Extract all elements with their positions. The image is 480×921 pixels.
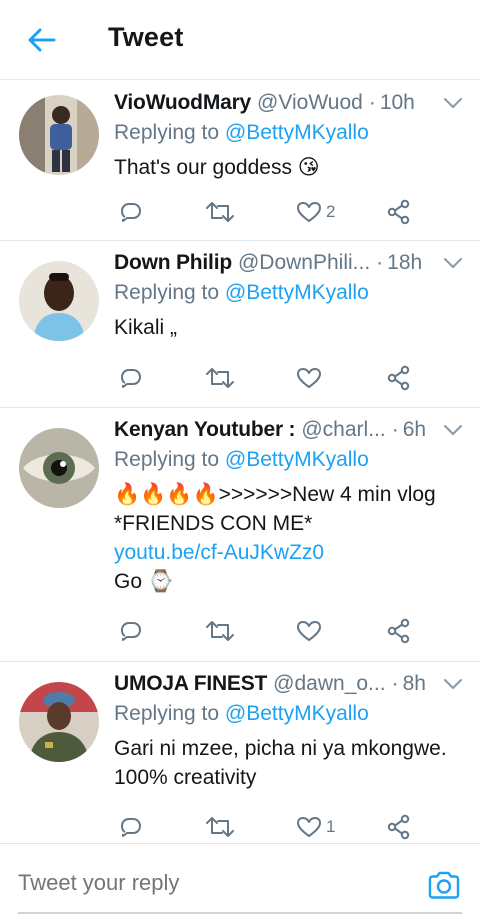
share-icon xyxy=(387,199,410,225)
arrow-left-icon xyxy=(28,28,56,52)
author-name[interactable]: Down Philip xyxy=(114,251,232,275)
timestamp[interactable]: 10h xyxy=(380,91,415,115)
timestamp[interactable]: 6h xyxy=(403,418,426,442)
share-icon xyxy=(387,618,410,644)
chevron-down-icon[interactable] xyxy=(442,674,464,694)
share-button[interactable] xyxy=(386,363,412,393)
separator-dot: · xyxy=(391,672,399,695)
reply-icon xyxy=(121,818,141,837)
top-bar: Tweet xyxy=(0,0,480,80)
reply-button[interactable] xyxy=(118,616,144,646)
reply-composer xyxy=(0,843,480,921)
retweet-icon xyxy=(206,202,234,222)
retweet-icon xyxy=(206,368,234,388)
tweet-text-extra: Go ⌚ xyxy=(114,570,174,593)
share-icon xyxy=(387,365,410,391)
timestamp[interactable]: 18h xyxy=(387,251,422,275)
retweet-button[interactable] xyxy=(204,812,236,842)
tweet-item[interactable]: Kenyan Youtuber : @charl... · 6h Replyin… xyxy=(0,408,480,662)
reply-button[interactable] xyxy=(118,812,144,842)
author-handle[interactable]: @VioWuod xyxy=(257,91,363,115)
reply-button[interactable] xyxy=(118,363,144,393)
mention-link[interactable]: @BettyMKyallo xyxy=(225,448,369,471)
share-button[interactable] xyxy=(386,197,412,227)
tweet-item[interactable]: VioWuodMary @VioWuod · 10h Replying to @… xyxy=(0,81,480,241)
author-name[interactable]: VioWuodMary xyxy=(114,91,251,115)
replying-to-label: Replying to xyxy=(114,121,225,144)
tweet-item[interactable]: UMOJA FINEST @dawn_o... · 8h Replying to… xyxy=(0,662,480,843)
camera-button[interactable] xyxy=(427,870,461,900)
reply-button[interactable] xyxy=(118,197,144,227)
back-button[interactable] xyxy=(26,26,58,54)
replying-to-label: Replying to xyxy=(114,702,225,725)
share-button[interactable] xyxy=(386,616,412,646)
replies-list[interactable]: VioWuodMary @VioWuod · 10h Replying to @… xyxy=(0,81,480,843)
reply-icon xyxy=(121,369,141,388)
heart-icon xyxy=(297,817,321,837)
like-count: 2 xyxy=(326,202,336,221)
replying-to-label: Replying to xyxy=(114,448,225,471)
share-button[interactable] xyxy=(386,812,412,842)
camera-icon xyxy=(428,871,460,899)
timestamp[interactable]: 8h xyxy=(403,672,426,696)
avatar[interactable] xyxy=(19,682,99,762)
author-name[interactable]: Kenyan Youtuber : xyxy=(114,418,296,442)
mention-link[interactable]: @BettyMKyallo xyxy=(225,121,369,144)
tweet-actions: 2 xyxy=(114,197,424,227)
page-title: Tweet xyxy=(108,22,184,52)
author-name[interactable]: UMOJA FINEST xyxy=(114,672,267,696)
separator-dot: · xyxy=(376,251,384,274)
chevron-down-icon[interactable] xyxy=(442,93,464,113)
like-button[interactable] xyxy=(296,363,326,393)
replying-to: Replying to @BettyMKyallo xyxy=(114,121,464,149)
reply-input[interactable] xyxy=(18,870,398,896)
retweet-icon xyxy=(206,817,234,837)
avatar[interactable] xyxy=(19,261,99,341)
mention-link[interactable]: @BettyMKyallo xyxy=(225,702,369,725)
reply-icon xyxy=(121,622,141,641)
replying-to: Replying to @BettyMKyallo xyxy=(114,281,464,309)
tweet-text-body: 🔥🔥🔥🔥>>>>>>New 4 min vlog *FRIENDS CON ME… xyxy=(114,483,436,535)
share-icon xyxy=(387,814,410,840)
retweet-button[interactable] xyxy=(204,616,236,646)
tweet-link[interactable]: youtu.be/cf-AuJKwZz0 xyxy=(114,538,464,567)
chevron-down-icon[interactable] xyxy=(442,253,464,273)
chevron-down-icon[interactable] xyxy=(442,420,464,440)
heart-icon xyxy=(297,202,321,222)
separator-dot: · xyxy=(391,418,399,441)
retweet-button[interactable] xyxy=(204,197,236,227)
avatar[interactable] xyxy=(19,95,99,175)
tweet-text: Kikali „ xyxy=(114,316,178,339)
tweet-actions xyxy=(114,616,424,646)
tweet-actions xyxy=(114,363,424,393)
reply-underline xyxy=(18,912,462,914)
like-button[interactable]: 1 xyxy=(296,812,335,842)
tweet-text: That's our goddess 😘 xyxy=(114,156,320,179)
tweet-text: Gari ni mzee, picha ni ya mkongwe. 100% … xyxy=(114,737,447,789)
mention-link[interactable]: @BettyMKyallo xyxy=(225,281,369,304)
heart-icon xyxy=(297,621,321,641)
tweet-text: 🔥🔥🔥🔥>>>>>>New 4 min vlog *FRIENDS CON ME… xyxy=(114,480,464,596)
tweet-item[interactable]: Down Philip @DownPhili... · 18h Replying… xyxy=(0,241,480,408)
like-button[interactable]: 2 xyxy=(296,197,335,227)
avatar[interactable] xyxy=(19,428,99,508)
author-handle[interactable]: @DownPhili... xyxy=(238,251,370,275)
author-handle[interactable]: @dawn_o... xyxy=(273,672,385,696)
retweet-button[interactable] xyxy=(204,363,236,393)
tweet-actions: 1 xyxy=(114,812,424,842)
author-handle[interactable]: @charl... xyxy=(301,418,385,442)
retweet-icon xyxy=(206,621,234,641)
replying-to: Replying to @BettyMKyallo xyxy=(114,702,464,730)
reply-icon xyxy=(121,203,141,222)
like-button[interactable] xyxy=(296,616,326,646)
heart-icon xyxy=(297,368,321,388)
separator-dot: · xyxy=(368,91,376,114)
replying-to: Replying to @BettyMKyallo xyxy=(114,448,464,476)
replying-to-label: Replying to xyxy=(114,281,225,304)
like-count: 1 xyxy=(326,817,336,836)
